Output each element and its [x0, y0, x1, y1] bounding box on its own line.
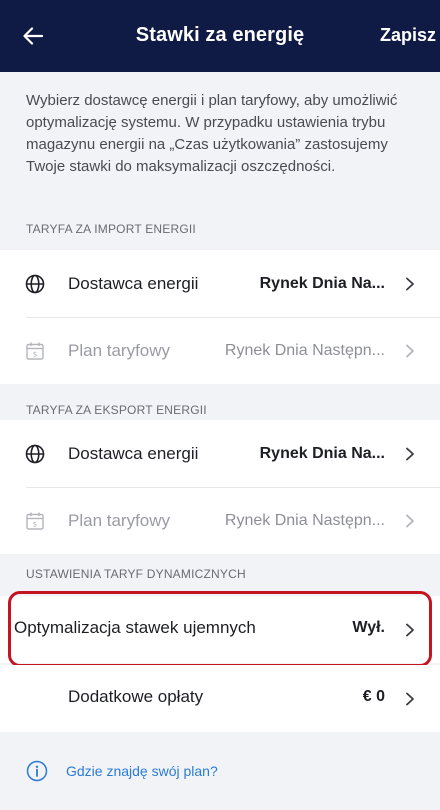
save-button[interactable]: Zapisz	[380, 25, 436, 46]
import-plan-label: Plan taryfowy	[68, 340, 171, 360]
chevron-right-icon	[406, 692, 414, 706]
top-bar: Stawki za energię Zapisz	[0, 0, 440, 72]
export-provider-row[interactable]: Dostawca energii Rynek Dnia Na...	[0, 420, 440, 487]
negative-rate-value: Wył.	[352, 619, 385, 636]
export-provider-value: Rynek Dnia Na...	[259, 444, 385, 462]
import-tariff-card: Dostawca energii Rynek Dnia Na... $ Plan…	[0, 250, 440, 384]
import-provider-label: Dostawca energii	[68, 273, 199, 293]
calendar-icon: $	[26, 342, 44, 360]
chevron-right-icon	[406, 277, 414, 291]
chevron-right-icon	[406, 623, 414, 637]
help-link[interactable]: Gdzie znajdę swój plan?	[26, 760, 218, 782]
negative-rate-optimization-row[interactable]: Optymalizacja stawek ujemnych Wył.	[0, 596, 440, 663]
chevron-right-icon	[406, 344, 414, 358]
section-header-dynamic: USTAWIENIA TARYF DYNAMICZNYCH	[26, 567, 246, 581]
export-plan-value: Rynek Dnia Następn...	[224, 511, 385, 529]
export-tariff-card: Dostawca energii Rynek Dnia Na... $ Plan…	[0, 420, 440, 554]
globe-icon	[25, 274, 45, 294]
info-icon	[26, 760, 48, 782]
import-provider-row[interactable]: Dostawca energii Rynek Dnia Na...	[0, 250, 440, 317]
calendar-icon: $	[26, 512, 44, 530]
chevron-right-icon	[406, 514, 414, 528]
import-plan-value: Rynek Dnia Następn...	[224, 341, 385, 359]
export-plan-label: Plan taryfowy	[68, 510, 171, 530]
section-header-export: TARYFA ZA EKSPORT ENERGII	[26, 403, 207, 417]
import-provider-value: Rynek Dnia Na...	[259, 274, 385, 292]
svg-text:$: $	[33, 351, 37, 359]
additional-fees-value: € 0	[362, 688, 385, 705]
export-plan-row[interactable]: $ Plan taryfowy Rynek Dnia Następn...	[0, 487, 440, 554]
globe-icon	[25, 444, 45, 464]
page-title: Stawki za energię	[135, 24, 305, 46]
import-plan-row[interactable]: $ Plan taryfowy Rynek Dnia Następn...	[0, 317, 440, 384]
section-header-import: TARYFA ZA IMPORT ENERGII	[26, 222, 196, 236]
svg-text:$: $	[33, 521, 37, 529]
intro-description: Wybierz dostawcę energii i plan taryfowy…	[26, 92, 398, 175]
chevron-right-icon	[406, 447, 414, 461]
help-link-text: Gdzie znajdę swój plan?	[66, 763, 218, 779]
negative-rate-label: Optymalizacja stawek ujemnych	[14, 618, 256, 637]
export-provider-label: Dostawca energii	[68, 443, 199, 463]
additional-fees-row[interactable]: Dodatkowe opłaty € 0	[0, 665, 440, 732]
additional-fees-label: Dodatkowe opłaty	[68, 687, 204, 706]
